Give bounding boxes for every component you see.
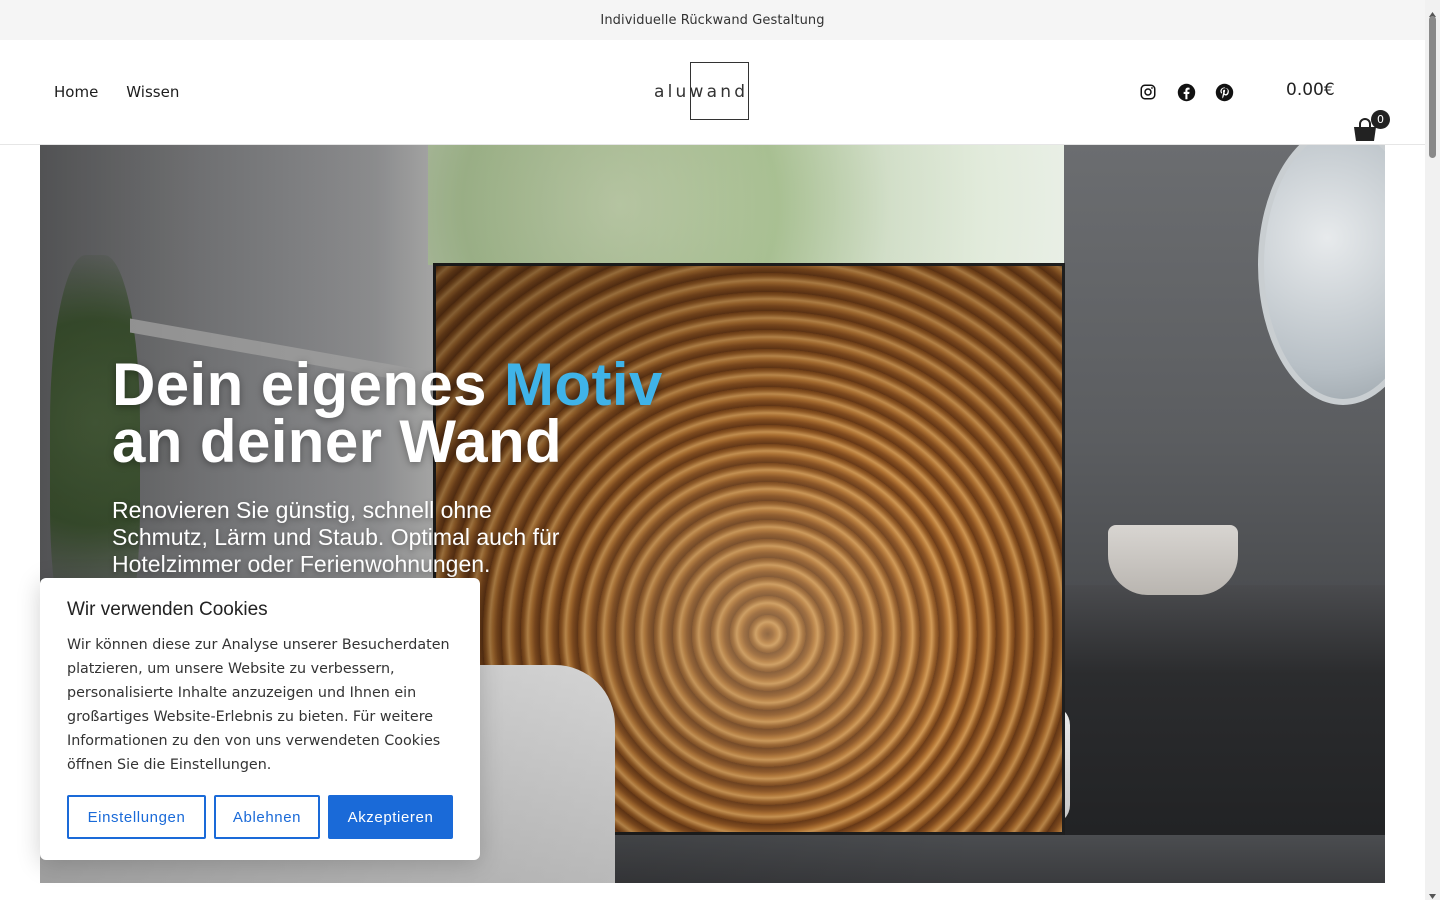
main-nav: Home Wissen: [54, 40, 179, 144]
scrollbar-thumb[interactable]: [1429, 16, 1436, 158]
facebook-icon[interactable]: [1176, 82, 1196, 102]
site-header: Home Wissen aluwand 0.00€ 0: [0, 40, 1425, 145]
cart-total[interactable]: 0.00€: [1286, 80, 1335, 100]
cookie-settings-button[interactable]: Einstellungen: [67, 795, 206, 839]
page-scrollbar[interactable]: [1425, 0, 1440, 900]
social-links: [1138, 40, 1234, 144]
announcement-bar: Individuelle Rückwand Gestaltung: [0, 0, 1425, 40]
cookie-accept-button[interactable]: Akzeptieren: [328, 795, 453, 839]
cookie-actions: Einstellungen Ablehnen Akzeptieren: [67, 795, 453, 839]
cookie-title: Wir verwenden Cookies: [67, 599, 268, 620]
cookie-decline-button[interactable]: Ablehnen: [214, 795, 320, 839]
scroll-down-arrow-icon[interactable]: [1428, 886, 1437, 899]
scroll-up-arrow-icon[interactable]: [1428, 4, 1437, 17]
instagram-icon[interactable]: [1138, 82, 1158, 102]
nav-item-wissen[interactable]: Wissen: [126, 83, 179, 101]
pinterest-icon[interactable]: [1214, 82, 1234, 102]
cookie-text: Wir können diese zur Analyse unserer Bes…: [67, 637, 450, 773]
headline-line2: an deiner Wand: [112, 408, 563, 475]
logo-part-alu: alu: [654, 82, 690, 102]
site-logo[interactable]: aluwand: [654, 62, 754, 122]
nav-item-home[interactable]: Home: [54, 83, 98, 101]
logo-wordmark: aluwand: [654, 82, 748, 102]
cookie-banner: Wir verwenden Cookies Wir können diese z…: [40, 578, 480, 860]
hero-subline: Renovieren Sie günstig, schnell ohne Sch…: [112, 497, 560, 577]
cart-count-badge: 0: [1371, 110, 1390, 129]
announcement-text: Individuelle Rückwand Gestaltung: [600, 12, 825, 28]
logo-part-wand: wand: [689, 82, 749, 102]
hero-headline: Dein eigenes Motiv an deiner Wand: [112, 355, 663, 472]
